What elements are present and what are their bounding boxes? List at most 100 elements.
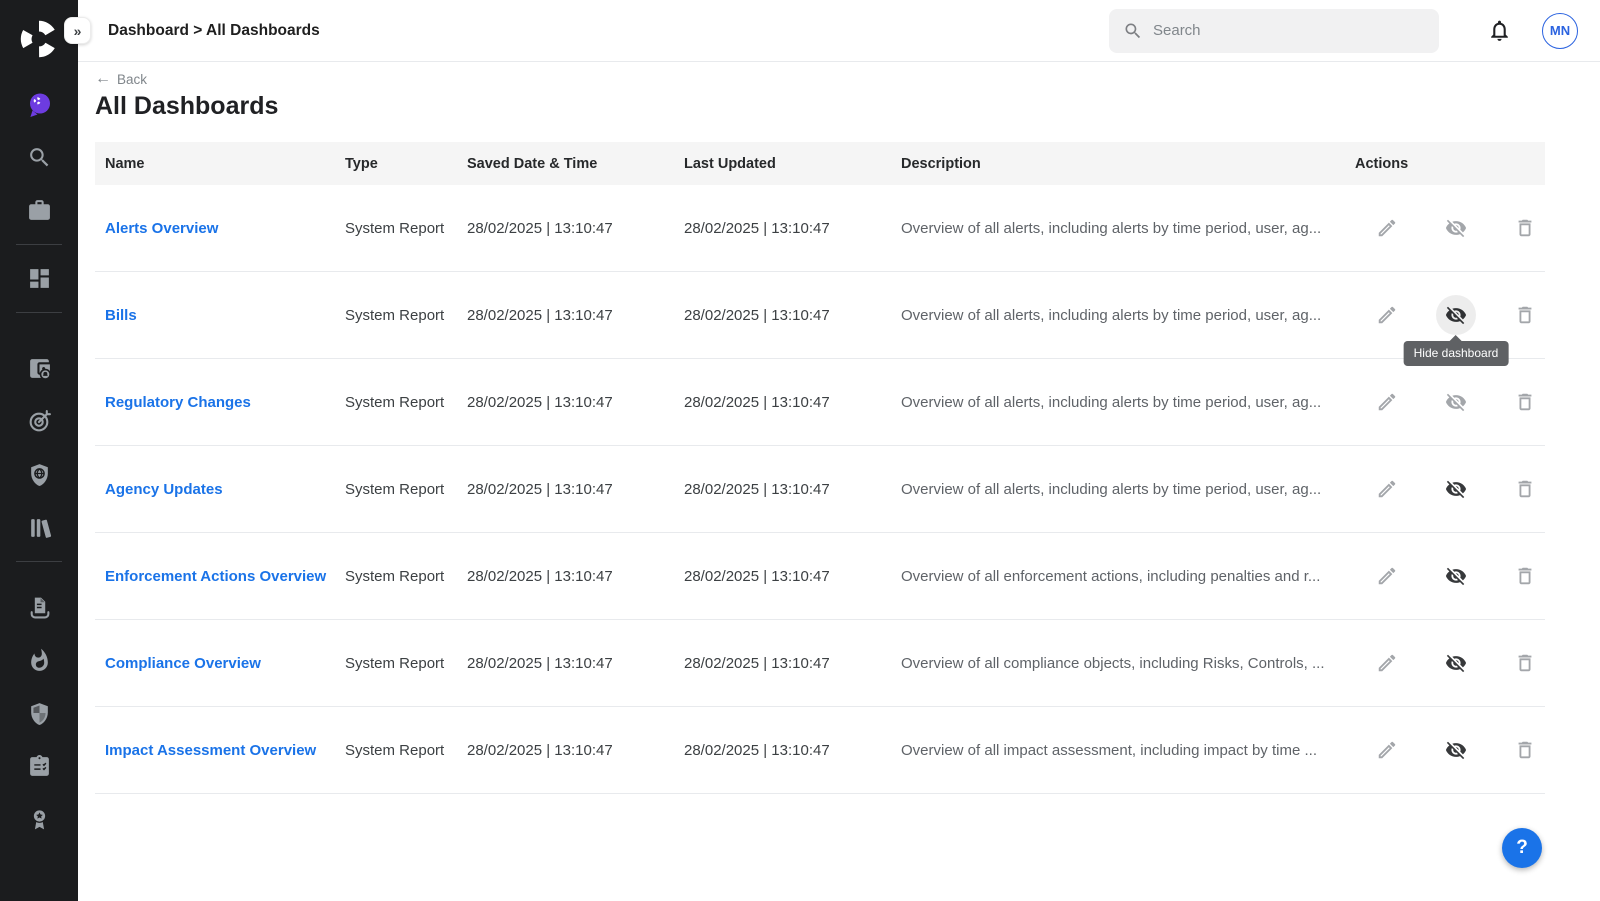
cell-type: System Report bbox=[345, 394, 467, 411]
edit-button[interactable] bbox=[1367, 382, 1407, 422]
delete-button[interactable] bbox=[1505, 208, 1545, 248]
back-link[interactable]: ← Back bbox=[95, 71, 147, 87]
dashboards-table: Name Type Saved Date & Time Last Updated… bbox=[95, 142, 1545, 794]
assistant-chat-icon bbox=[24, 90, 54, 120]
cell-actions bbox=[1355, 446, 1545, 532]
hide-eye-off-icon bbox=[1445, 217, 1467, 239]
notifications-button[interactable] bbox=[1484, 16, 1514, 46]
cell-description: Overview of all impact assessment, inclu… bbox=[901, 742, 1355, 759]
column-header-saved: Saved Date & Time bbox=[467, 156, 684, 172]
column-header-type: Type bbox=[345, 156, 467, 172]
clipboard-checklist-icon bbox=[27, 754, 52, 779]
back-label: Back bbox=[117, 72, 147, 87]
cell-description: Overview of all alerts, including alerts… bbox=[901, 481, 1355, 498]
sidebar-item-goals[interactable] bbox=[0, 395, 78, 448]
delete-trash-icon bbox=[1514, 304, 1536, 326]
column-header-description: Description bbox=[901, 156, 1355, 172]
sidebar-item-search[interactable] bbox=[0, 131, 78, 184]
hide-dashboard-button[interactable] bbox=[1436, 382, 1476, 422]
hide-dashboard-button[interactable] bbox=[1436, 556, 1476, 596]
edit-pencil-icon bbox=[1376, 391, 1398, 413]
hide-dashboard-button[interactable] bbox=[1436, 730, 1476, 770]
cell-type: System Report bbox=[345, 655, 467, 672]
dashboard-link[interactable]: Enforcement Actions Overview bbox=[105, 568, 345, 585]
delete-button[interactable] bbox=[1505, 382, 1545, 422]
dashboard-link[interactable]: Agency Updates bbox=[105, 481, 345, 498]
dashboard-link[interactable]: Alerts Overview bbox=[105, 220, 345, 237]
avatar[interactable]: MN bbox=[1542, 13, 1578, 49]
cell-updated: 28/02/2025 | 13:10:47 bbox=[684, 655, 901, 672]
sidebar-item-bills[interactable] bbox=[0, 581, 78, 634]
cell-saved: 28/02/2025 | 13:10:47 bbox=[467, 481, 684, 498]
sidebar-item-certifications[interactable] bbox=[0, 793, 78, 846]
edit-button[interactable] bbox=[1367, 643, 1407, 683]
cell-description: Overview of all alerts, including alerts… bbox=[901, 307, 1355, 324]
page-title: All Dashboards bbox=[95, 92, 1600, 121]
sidebar-item-dashboards[interactable] bbox=[0, 252, 78, 305]
delete-button[interactable] bbox=[1505, 643, 1545, 683]
notification-bell-icon bbox=[1487, 18, 1512, 43]
hide-dashboard-button[interactable]: Hide dashboard bbox=[1436, 295, 1476, 335]
column-header-actions: Actions bbox=[1355, 156, 1545, 172]
cell-type: System Report bbox=[345, 307, 467, 324]
sidebar-item-enforcement[interactable] bbox=[0, 634, 78, 687]
dashboard-link[interactable]: Bills bbox=[105, 307, 345, 324]
delete-button[interactable] bbox=[1505, 556, 1545, 596]
shield-icon bbox=[27, 701, 52, 726]
table-row: Agency Updates System Report 28/02/2025 … bbox=[95, 446, 1545, 533]
table-row: Regulatory Changes System Report 28/02/2… bbox=[95, 359, 1545, 446]
cell-description: Overview of all enforcement actions, inc… bbox=[901, 568, 1355, 585]
library-icon bbox=[27, 515, 52, 540]
sidebar-divider bbox=[16, 561, 62, 562]
top-header: Dashboard > All Dashboards MN bbox=[78, 0, 1600, 62]
pinwheel-logo-icon bbox=[16, 16, 62, 62]
cell-saved: 28/02/2025 | 13:10:47 bbox=[467, 220, 684, 237]
main-content: ← Back All Dashboards Name Type Saved Da… bbox=[78, 62, 1600, 794]
dashboard-link[interactable]: Regulatory Changes bbox=[105, 394, 345, 411]
delete-button[interactable] bbox=[1505, 295, 1545, 335]
hide-eye-off-icon bbox=[1445, 391, 1467, 413]
delete-button[interactable] bbox=[1505, 469, 1545, 509]
dashboard-link[interactable]: Compliance Overview bbox=[105, 655, 345, 672]
edit-button[interactable] bbox=[1367, 730, 1407, 770]
sidebar-item-alerts[interactable] bbox=[0, 342, 78, 395]
cell-updated: 28/02/2025 | 13:10:47 bbox=[684, 481, 901, 498]
edit-pencil-icon bbox=[1376, 217, 1398, 239]
back-arrow-icon: ← bbox=[95, 71, 111, 87]
hide-dashboard-button[interactable] bbox=[1436, 643, 1476, 683]
sidebar-expand-button[interactable]: » bbox=[64, 17, 91, 44]
edit-button[interactable] bbox=[1367, 208, 1407, 248]
delete-trash-icon bbox=[1514, 565, 1536, 587]
cell-description: Overview of all alerts, including alerts… bbox=[901, 220, 1355, 237]
edit-pencil-icon bbox=[1376, 565, 1398, 587]
column-header-name: Name bbox=[105, 156, 345, 172]
sidebar-item-compliance[interactable] bbox=[0, 687, 78, 740]
hide-dashboard-button[interactable] bbox=[1436, 208, 1476, 248]
dashboard-link[interactable]: Impact Assessment Overview bbox=[105, 742, 345, 759]
sidebar-item-regulations[interactable] bbox=[0, 448, 78, 501]
edit-button[interactable] bbox=[1367, 295, 1407, 335]
cell-saved: 28/02/2025 | 13:10:47 bbox=[467, 307, 684, 324]
cell-saved: 28/02/2025 | 13:10:47 bbox=[467, 568, 684, 585]
edit-pencil-icon bbox=[1376, 478, 1398, 500]
breadcrumb[interactable]: Dashboard > All Dashboards bbox=[108, 22, 320, 40]
search-input[interactable] bbox=[1153, 22, 1425, 39]
cell-actions bbox=[1355, 707, 1545, 793]
delete-button[interactable] bbox=[1505, 730, 1545, 770]
help-button[interactable]: ? bbox=[1502, 828, 1542, 868]
edit-button[interactable] bbox=[1367, 469, 1407, 509]
edit-button[interactable] bbox=[1367, 556, 1407, 596]
sidebar-divider bbox=[16, 244, 62, 245]
edit-pencil-icon bbox=[1376, 304, 1398, 326]
global-search[interactable] bbox=[1109, 9, 1439, 53]
hide-dashboard-button[interactable] bbox=[1436, 469, 1476, 509]
sidebar-item-assistant[interactable] bbox=[0, 78, 78, 131]
sidebar-item-library[interactable] bbox=[0, 501, 78, 554]
table-row: Alerts Overview System Report 28/02/2025… bbox=[95, 185, 1545, 272]
delete-trash-icon bbox=[1514, 739, 1536, 761]
sidebar-item-workspace[interactable] bbox=[0, 184, 78, 237]
sidebar-item-assessments[interactable] bbox=[0, 740, 78, 793]
hide-dashboard-tooltip: Hide dashboard bbox=[1404, 341, 1509, 366]
cell-updated: 28/02/2025 | 13:10:47 bbox=[684, 307, 901, 324]
cell-actions bbox=[1355, 533, 1545, 619]
